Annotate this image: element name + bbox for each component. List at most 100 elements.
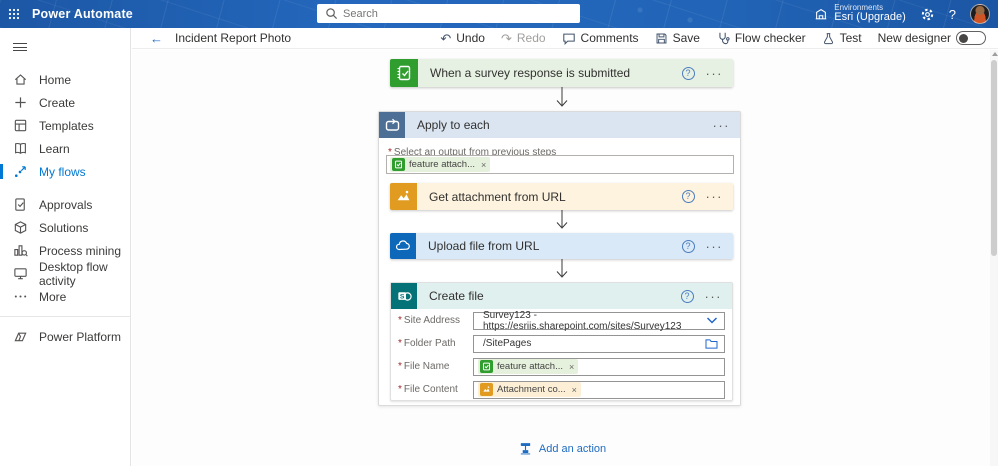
trigger-card[interactable]: When a survey response is submitted ? ··…: [390, 59, 733, 87]
upload-file-help-icon[interactable]: ?: [682, 240, 695, 253]
sidebar-item-label: Desktop flow activity: [39, 260, 130, 288]
flask-icon: [822, 32, 835, 45]
connector-arrow: [555, 259, 569, 282]
sidebar-item-my-flows[interactable]: My flows: [0, 160, 130, 183]
sidebar-item-templates[interactable]: Templates: [0, 114, 130, 137]
folder-path-input[interactable]: /SitePages: [473, 335, 725, 353]
process-mining-icon: [13, 243, 28, 258]
onedrive-cloud-icon: [390, 233, 416, 259]
sharepoint-icon: S: [391, 283, 417, 309]
desktop-monitor-icon: [13, 266, 28, 281]
site-address-dropdown[interactable]: Survey123 - https://esriis.sharepoint.co…: [473, 312, 725, 330]
apply-to-each-header[interactable]: Apply to each ···: [379, 112, 740, 138]
save-label: Save: [673, 31, 700, 45]
flows-icon: [13, 164, 28, 179]
sidebar-item-label: Power Platform: [39, 330, 121, 344]
redo-label: Redo: [517, 31, 546, 45]
create-file-header[interactable]: S Create file ? ···: [391, 283, 732, 309]
create-file-card: S Create file ? ··· *Site Address Su: [390, 282, 733, 401]
trigger-title: When a survey response is submitted: [418, 66, 630, 80]
apply-to-each-menu-icon[interactable]: ···: [713, 119, 731, 132]
create-file-help-icon[interactable]: ?: [681, 290, 694, 303]
sidebar-item-power-platform[interactable]: Power Platform: [0, 325, 130, 348]
sidebar-item-learn[interactable]: Learn: [0, 137, 130, 160]
search-input[interactable]: [317, 4, 580, 23]
waffle-menu-icon[interactable]: [0, 0, 28, 28]
sidebar-item-label: Learn: [39, 142, 70, 156]
sidebar-item-home[interactable]: Home: [0, 68, 130, 91]
sidebar-item-solutions[interactable]: Solutions: [0, 216, 130, 239]
file-name-token[interactable]: feature attach... ×: [478, 359, 578, 374]
left-navigation: Home Create Templates Learn: [0, 28, 131, 466]
get-attachment-title: Get attachment from URL: [417, 190, 566, 204]
hamburger-menu-icon[interactable]: [0, 34, 40, 60]
global-search[interactable]: [317, 4, 580, 23]
site-address-row: *Site Address Survey123 - https://esriis…: [391, 309, 732, 332]
settings-gear-icon[interactable]: [920, 7, 935, 22]
back-arrow-icon[interactable]: ←: [150, 32, 163, 45]
create-file-menu-icon[interactable]: ···: [705, 290, 723, 303]
sidebar-item-approvals[interactable]: Approvals: [0, 193, 130, 216]
help-icon[interactable]: ?: [949, 7, 956, 22]
user-avatar[interactable]: [970, 4, 990, 24]
flow-checker-button[interactable]: Flow checker: [716, 31, 806, 45]
get-attachment-help-icon[interactable]: ?: [682, 190, 695, 203]
upload-file-menu-icon[interactable]: ···: [706, 240, 724, 253]
upload-file-card[interactable]: Upload file from URL ? ···: [390, 233, 733, 259]
apply-to-each-container: Apply to each ··· *Select an output from…: [378, 111, 741, 406]
sidebar-item-more[interactable]: More: [0, 285, 130, 308]
sidebar-item-label: Process mining: [39, 244, 121, 258]
environments-label: Environments: [834, 4, 906, 12]
new-designer-toggle[interactable]: [956, 31, 986, 45]
test-button[interactable]: Test: [822, 31, 862, 45]
token-remove-icon[interactable]: ×: [479, 160, 486, 170]
sidebar-item-create[interactable]: Create: [0, 91, 130, 114]
trigger-help-icon[interactable]: ?: [682, 67, 695, 80]
file-content-input[interactable]: Attachment co... ×: [473, 381, 725, 399]
save-button[interactable]: Save: [655, 31, 700, 45]
required-asterisk: *: [398, 384, 402, 395]
flow-canvas: When a survey response is submitted ? ··…: [132, 50, 998, 466]
test-label: Test: [840, 31, 862, 45]
add-action-button[interactable]: Add an action: [472, 441, 652, 456]
file-content-token[interactable]: Attachment co... ×: [478, 382, 581, 397]
folder-path-value: /SitePages: [478, 338, 531, 349]
get-attachment-menu-icon[interactable]: ···: [706, 190, 724, 203]
app-title[interactable]: Power Automate: [32, 7, 133, 21]
file-name-label: *File Name: [398, 361, 473, 372]
main-area: ← Incident Report Photo ↶ Undo ↷ Redo Co…: [132, 28, 998, 466]
trigger-menu-icon[interactable]: ···: [706, 67, 724, 80]
attachment-token-icon: [480, 383, 493, 396]
svg-text:S: S: [399, 293, 404, 300]
comments-button[interactable]: Comments: [562, 31, 639, 45]
comments-icon: [562, 32, 576, 45]
token-label: feature attach...: [497, 361, 563, 372]
feature-attachment-token[interactable]: feature attach... ×: [390, 157, 490, 172]
token-remove-icon[interactable]: ×: [567, 362, 574, 372]
environment-picker[interactable]: Environments Esri (Upgrade): [814, 4, 906, 24]
undo-icon: ↶: [440, 32, 451, 45]
folder-picker-icon[interactable]: [705, 338, 720, 349]
get-attachment-card[interactable]: Get attachment from URL ? ···: [390, 183, 733, 210]
sidebar-item-label: More: [39, 290, 66, 304]
scrollbar-thumb[interactable]: [991, 60, 997, 256]
undo-button[interactable]: ↶ Undo: [440, 31, 485, 45]
sidebar-item-label: My flows: [39, 165, 86, 179]
output-select-input[interactable]: feature attach... ×: [386, 155, 734, 174]
solutions-box-icon: [13, 220, 28, 235]
redo-button[interactable]: ↷ Redo: [501, 31, 546, 45]
flow-toolbar: ← Incident Report Photo ↶ Undo ↷ Redo Co…: [132, 28, 998, 49]
add-action-label: Add an action: [539, 443, 606, 455]
top-app-bar: Power Automate Environments Esri (Upgrad…: [0, 0, 998, 28]
connector-arrow: [555, 210, 569, 233]
sidebar-item-desktop-flow-activity[interactable]: Desktop flow activity: [0, 262, 130, 285]
chevron-down-icon[interactable]: [706, 316, 720, 325]
folder-path-row: *Folder Path /SitePages: [391, 332, 732, 355]
site-address-label-text: Site Address: [404, 315, 460, 326]
scrollbar-up-arrow[interactable]: [992, 52, 998, 56]
sidebar-item-label: Create: [39, 96, 75, 110]
file-name-input[interactable]: feature attach... ×: [473, 358, 725, 376]
vertical-scrollbar[interactable]: [990, 50, 998, 466]
connector-arrow: [555, 87, 569, 111]
token-remove-icon[interactable]: ×: [570, 385, 577, 395]
